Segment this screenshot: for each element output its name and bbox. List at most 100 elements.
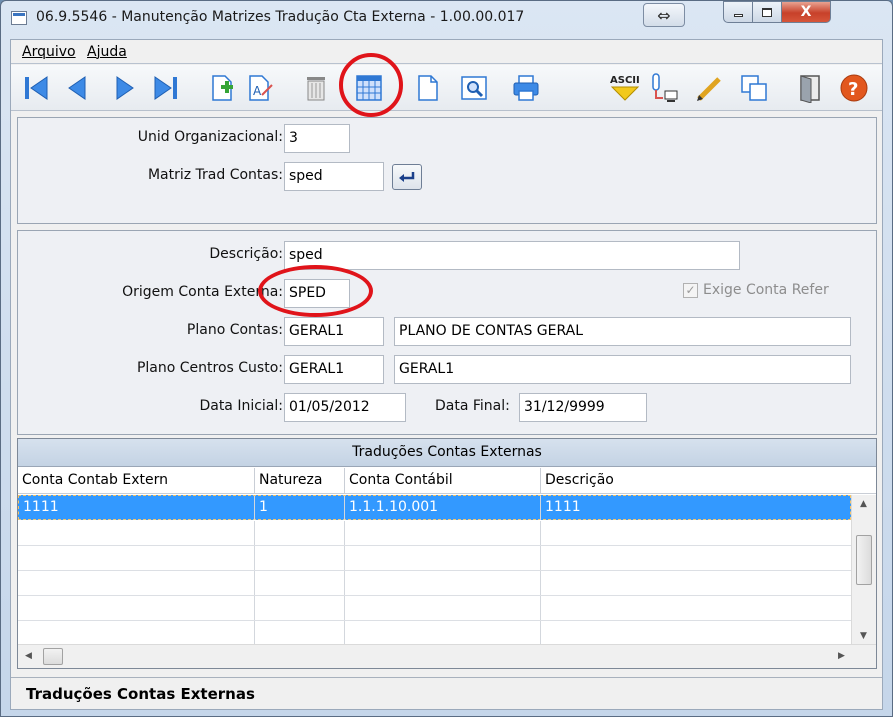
previous-record-button[interactable] [61, 71, 95, 105]
svg-text:A: A [253, 84, 262, 98]
window-title: 06.9.5546 - Manutenção Matrizes Tradução… [36, 9, 525, 25]
data-inicial-field[interactable]: 01/05/2012 [284, 393, 406, 422]
svg-text:?: ? [848, 79, 858, 100]
details-panel: Descrição: sped Origem Conta Externa: SP… [17, 230, 877, 435]
close-button[interactable]: X [782, 1, 831, 23]
ascii-export-button[interactable]: ASCII [607, 71, 643, 105]
scroll-up-icon[interactable]: ▲ [860, 499, 867, 509]
status-bar: Traduções Contas Externas [11, 677, 882, 709]
minimize-button[interactable] [723, 1, 753, 23]
help-icon: ? [840, 74, 868, 102]
edit-record-button[interactable]: A [243, 71, 277, 105]
table-cell [345, 621, 541, 645]
data-final-field[interactable]: 31/12/9999 [519, 393, 647, 422]
table-cell: 1 [255, 496, 345, 520]
export-button[interactable] [647, 71, 681, 105]
descricao-field[interactable]: sped [284, 241, 740, 270]
confirm-matriz-button[interactable] [392, 164, 422, 190]
copy-button[interactable] [737, 71, 771, 105]
delete-icon [307, 77, 325, 101]
plano-contas-code-field[interactable]: GERAL1 [284, 317, 384, 346]
table-cell [18, 546, 255, 570]
app-icon [11, 11, 27, 25]
menu-bar: Arquivo Ajuda [11, 40, 882, 64]
horizontal-scrollbar[interactable]: ◀ ▶ [18, 644, 876, 668]
column-header[interactable]: Descrição [541, 468, 851, 494]
plano-cc-desc-field: GERAL1 [394, 355, 851, 384]
window-controls: X [723, 1, 879, 23]
descricao-label: Descrição: [209, 246, 283, 262]
table-cell: 1111 [545, 499, 581, 515]
document-button[interactable] [411, 71, 445, 105]
table-row[interactable]: 1111 1 1.1.1.10.001 1111 [18, 495, 851, 520]
table-cell [255, 546, 345, 570]
menu-ajuda[interactable]: Ajuda [87, 44, 127, 60]
table-row[interactable] [18, 621, 851, 646]
table-row[interactable] [18, 546, 851, 571]
copy-icon [741, 75, 767, 101]
table-row[interactable] [18, 596, 851, 621]
next-icon [116, 76, 134, 100]
title-bar: 06.9.5546 - Manutenção Matrizes Tradução… [1, 1, 892, 39]
table-cell [345, 596, 541, 620]
help-button[interactable]: ? [837, 71, 871, 105]
preview-button[interactable] [457, 71, 491, 105]
header-panel: Unid Organizacional: 3 Matriz Trad Conta… [17, 117, 877, 224]
matriz-field[interactable]: sped [284, 162, 384, 191]
dock-toggle-button[interactable]: ⇔ [643, 3, 685, 27]
delete-record-button[interactable] [299, 71, 333, 105]
unid-org-label: Unid Organizacional: [137, 129, 283, 145]
origem-highlight [258, 265, 373, 317]
unid-org-field[interactable]: 3 [284, 124, 350, 153]
print-button[interactable] [509, 71, 543, 105]
plano-contas-label: Plano Contas: [186, 322, 283, 338]
scroll-left-icon[interactable]: ◀ [25, 651, 32, 661]
plano-cc-label: Plano Centros Custo: [136, 360, 283, 376]
plano-cc-code-field[interactable]: GERAL1 [284, 355, 384, 384]
double-arrow-icon: ⇔ [657, 5, 671, 25]
table-cell [18, 621, 255, 645]
edit-icon: A [249, 75, 273, 101]
exige-conta-refer-checkbox[interactable]: ✓ Exige Conta Refer [683, 282, 829, 298]
maximize-button[interactable] [753, 1, 782, 23]
data-inicial-label: Data Inicial: [199, 398, 283, 414]
grid-view-highlight [339, 53, 403, 117]
table-cell: 1.1.1.10.001 [345, 496, 541, 520]
table-cell [345, 571, 541, 595]
scroll-right-icon[interactable]: ▶ [838, 651, 845, 661]
horizontal-scroll-thumb[interactable] [43, 648, 63, 665]
matriz-label: Matriz Trad Contas: [147, 167, 283, 183]
traducoes-grid: Traduções Contas Externas Conta Contab E… [17, 438, 877, 669]
menu-arquivo[interactable]: Arquivo [22, 44, 76, 60]
column-header[interactable]: Natureza [255, 468, 345, 494]
svg-text:ASCII: ASCII [610, 75, 640, 86]
minimize-icon [733, 13, 743, 17]
grid-title: Traduções Contas Externas [18, 439, 876, 467]
column-header[interactable]: Conta Contábil [345, 468, 541, 494]
new-record-button[interactable] [205, 71, 239, 105]
new-record-icon [212, 75, 233, 101]
table-row[interactable] [18, 571, 851, 596]
next-record-button[interactable] [107, 71, 141, 105]
pencil-button[interactable] [693, 71, 727, 105]
first-record-button[interactable] [19, 71, 53, 105]
data-final-label: Data Final: [435, 398, 510, 414]
close-icon: X [800, 4, 812, 20]
table-cell [18, 521, 255, 545]
table-cell [345, 521, 541, 545]
exit-button[interactable] [793, 71, 827, 105]
vertical-scrollbar[interactable]: ▲ ▼ [851, 495, 876, 644]
first-icon [25, 76, 48, 100]
table-row[interactable] [18, 521, 851, 546]
table-cell [18, 596, 255, 620]
previous-icon [68, 76, 86, 100]
scroll-down-icon[interactable]: ▼ [860, 631, 867, 641]
enter-key-icon [399, 172, 415, 182]
last-icon [154, 76, 177, 100]
pencil-icon [697, 77, 721, 101]
vertical-scroll-thumb[interactable] [856, 535, 872, 585]
preview-icon [461, 76, 487, 100]
last-record-button[interactable] [149, 71, 183, 105]
table-cell [18, 571, 255, 595]
column-header[interactable]: Conta Contab Extern [18, 468, 255, 494]
